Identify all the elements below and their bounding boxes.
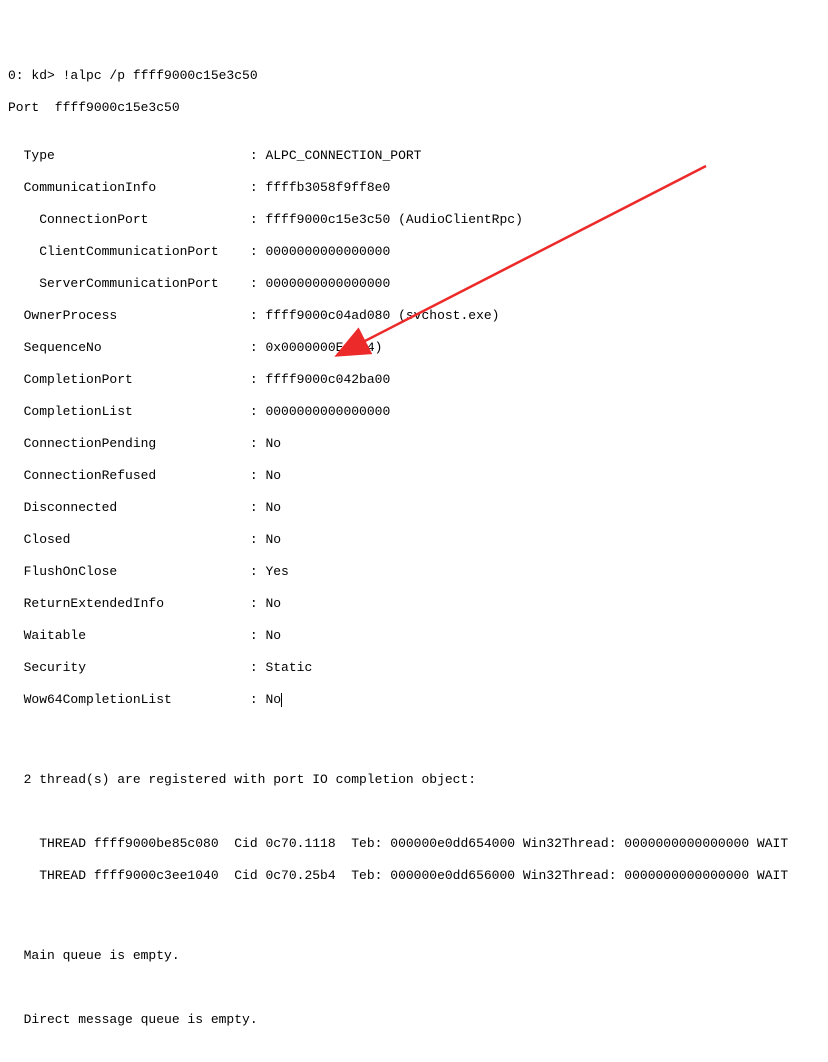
field-row: Type : ALPC_CONNECTION_PORT [8, 148, 820, 164]
field-label: FlushOnClose [8, 564, 250, 579]
thread-row: THREAD ffff9000c3ee1040 Cid 0c70.25b4 Te… [8, 868, 820, 884]
field-label: ReturnExtendedInfo [8, 596, 250, 611]
field-row: ReturnExtendedInfo : No [8, 596, 820, 612]
field-row: Disconnected : No [8, 500, 820, 516]
field-value: : Static [250, 660, 312, 675]
field-value: : ffff9000c15e3c50 (AudioClientRpc) [250, 212, 523, 227]
field-label: ConnectionPending [8, 436, 250, 451]
thread-row: THREAD ffff9000be85c080 Cid 0c70.1118 Te… [8, 836, 820, 852]
field-label: Type [8, 148, 250, 163]
blank-line [8, 740, 820, 756]
field-value: : ffff9000c042ba00 [250, 372, 390, 387]
field-row: ServerCommunicationPort : 00000000000000… [8, 276, 820, 292]
queue-status: Main queue is empty. [8, 948, 820, 964]
field-label: CommunicationInfo [8, 180, 250, 195]
field-value: : ffff9000c04ad080 (svchost.exe) [250, 308, 500, 323]
threads-header: 2 thread(s) are registered with port IO … [8, 772, 820, 788]
field-row: SequenceNo : 0x0000000E (14) [8, 340, 820, 356]
field-value: : No [250, 628, 281, 643]
field-row: CompletionPort : ffff9000c042ba00 [8, 372, 820, 388]
field-value: : 0000000000000000 [250, 404, 390, 419]
field-value: : No [250, 436, 281, 451]
queue-status: Direct message queue is empty. [8, 1012, 820, 1028]
field-row: ConnectionRefused : No [8, 468, 820, 484]
field-value: : No [250, 692, 281, 707]
field-row: OwnerProcess : ffff9000c04ad080 (svchost… [8, 308, 820, 324]
field-row: Waitable : No [8, 628, 820, 644]
field-value: : No [250, 596, 281, 611]
port-line: Port ffff9000c15e3c50 [8, 100, 820, 116]
field-label: OwnerProcess [8, 308, 250, 323]
blank-line [8, 804, 820, 820]
field-label: Disconnected [8, 500, 250, 515]
field-row: ConnectionPending : No [8, 436, 820, 452]
field-value: : 0000000000000000 [250, 244, 390, 259]
field-value: : 0000000000000000 [250, 276, 390, 291]
field-row: Security : Static [8, 660, 820, 676]
field-value: : 0x0000000E (14) [250, 340, 383, 355]
field-value: : Yes [250, 564, 289, 579]
field-label: SequenceNo [8, 340, 250, 355]
field-value: : No [250, 532, 281, 547]
field-label: Security [8, 660, 250, 675]
text-cursor-icon [281, 693, 282, 707]
prompt-line: 0: kd> !alpc /p ffff9000c15e3c50 [8, 68, 820, 84]
field-label: ConnectionRefused [8, 468, 250, 483]
field-row: FlushOnClose : Yes [8, 564, 820, 580]
blank-line [8, 1044, 820, 1060]
field-value: : No [250, 468, 281, 483]
field-label: ServerCommunicationPort [8, 276, 250, 291]
field-label: Wow64CompletionList [8, 692, 250, 707]
blank-line [8, 980, 820, 996]
field-row: ConnectionPort : ffff9000c15e3c50 (Audio… [8, 212, 820, 228]
field-row: CommunicationInfo : ffffb3058f9ff8e0 [8, 180, 820, 196]
field-label: Closed [8, 532, 250, 547]
field-label: ConnectionPort [8, 212, 250, 227]
field-value: : ffffb3058f9ff8e0 [250, 180, 390, 195]
field-row: Closed : No [8, 532, 820, 548]
field-value: : ALPC_CONNECTION_PORT [250, 148, 422, 163]
blank-line [8, 916, 820, 932]
field-row: ClientCommunicationPort : 00000000000000… [8, 244, 820, 260]
field-label: ClientCommunicationPort [8, 244, 250, 259]
field-row: Wow64CompletionList : No [8, 692, 820, 708]
field-row: CompletionList : 0000000000000000 [8, 404, 820, 420]
field-label: Waitable [8, 628, 250, 643]
field-label: CompletionPort [8, 372, 250, 387]
field-label: CompletionList [8, 404, 250, 419]
field-value: : No [250, 500, 281, 515]
